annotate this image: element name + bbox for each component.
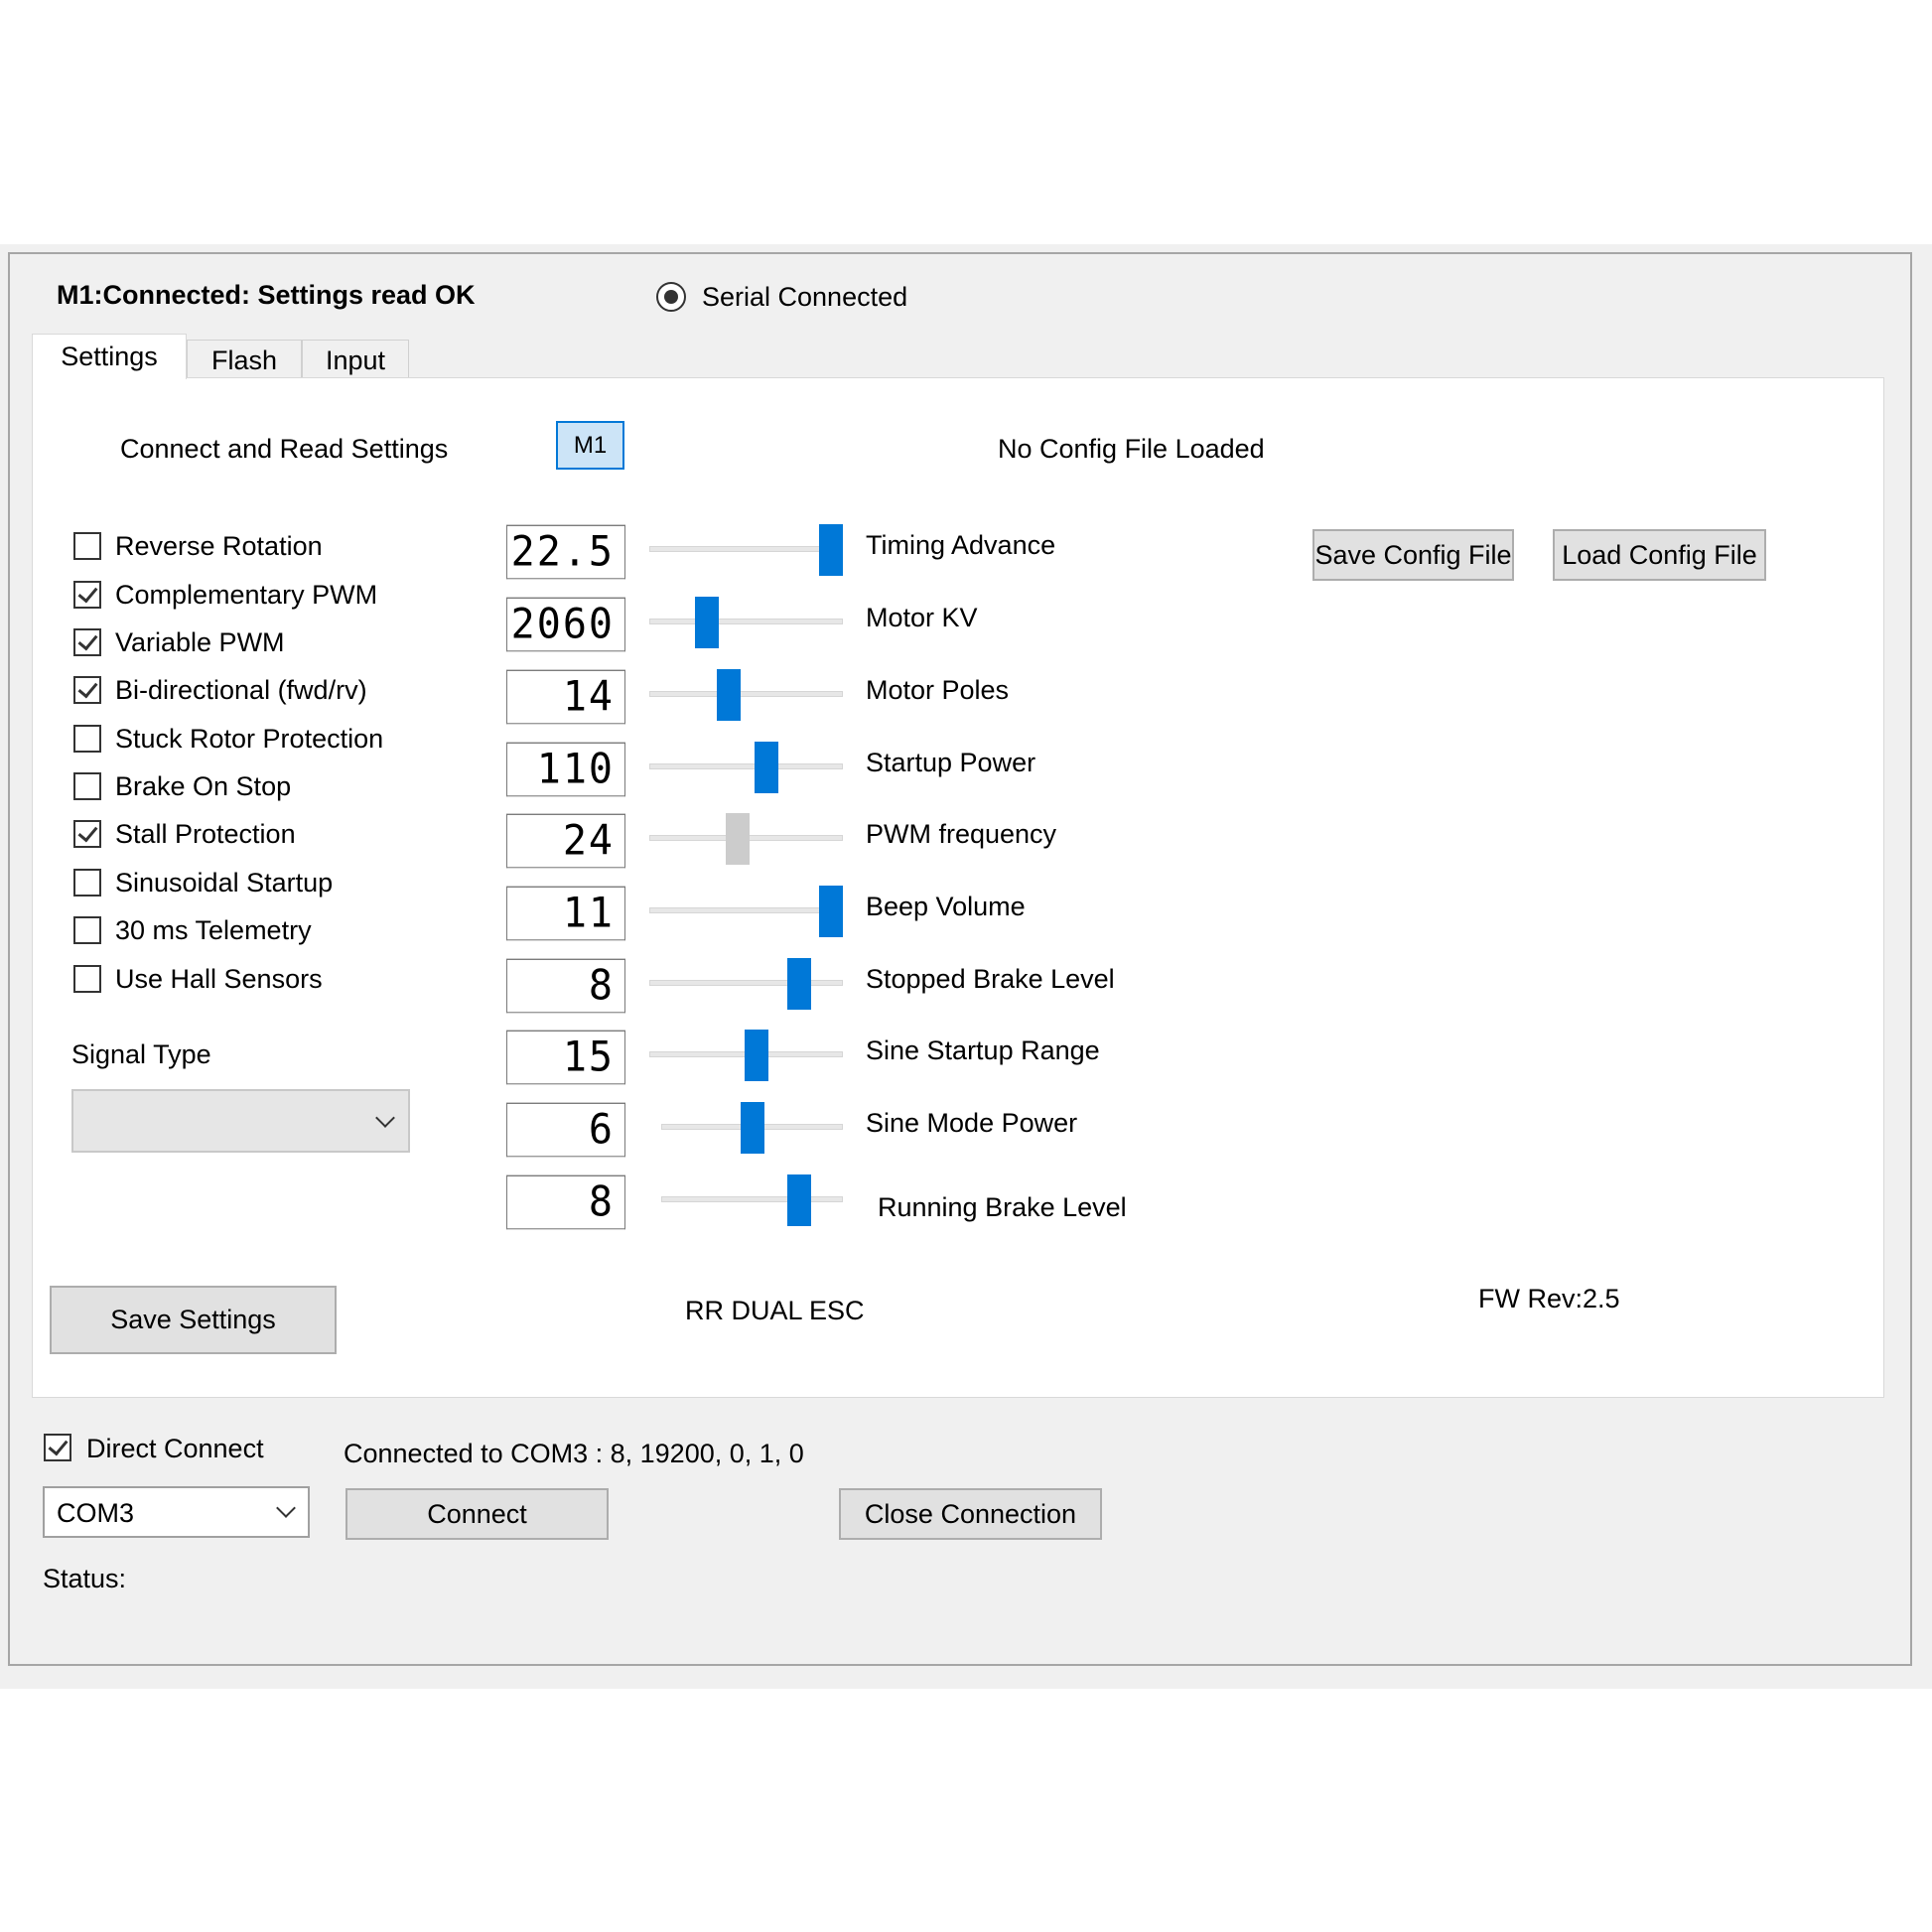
running-brake-level-label: Running Brake Level xyxy=(878,1192,1127,1222)
startup-power-track xyxy=(649,763,843,769)
stopped-brake-level-display: 8 xyxy=(506,958,625,1014)
brake-on-stop-checkbox[interactable] xyxy=(73,772,101,800)
stuck-rotor-protection-label: Stuck Rotor Protection xyxy=(115,724,384,754)
variable-pwm-label: Variable PWM xyxy=(115,627,285,657)
bi-directional-checkbox[interactable] xyxy=(73,676,101,704)
stall-protection-label: Stall Protection xyxy=(115,819,296,849)
motor-poles-slider[interactable] xyxy=(717,669,742,721)
timing-advance-display: 22.5 xyxy=(506,524,625,580)
variable-pwm-checkbox[interactable] xyxy=(73,628,101,656)
connect-read-label: Connect and Read Settings xyxy=(120,434,449,464)
complementary-pwm-label: Complementary PWM xyxy=(115,580,378,610)
brake-on-stop-label: Brake On Stop xyxy=(115,771,292,801)
signal-type-label: Signal Type xyxy=(71,1039,211,1069)
reverse-rotation-label: Reverse Rotation xyxy=(115,531,323,561)
sine-startup-range-display: 15 xyxy=(506,1030,625,1085)
timing-advance-slider[interactable] xyxy=(819,524,843,576)
sine-mode-power-display: 6 xyxy=(506,1102,625,1158)
running-brake-level-display: 8 xyxy=(506,1174,625,1230)
tab-settings[interactable]: Settings xyxy=(32,334,187,379)
running-brake-level-track xyxy=(661,1196,843,1202)
com-port-value: COM3 xyxy=(57,1498,135,1528)
com-port-dropdown[interactable]: COM3 xyxy=(43,1486,310,1538)
stuck-rotor-protection-checkbox[interactable] xyxy=(73,725,101,753)
status-label: Status: xyxy=(43,1564,127,1593)
pwm-frequency-label: PWM frequency xyxy=(866,819,1057,849)
stopped-brake-level-label: Stopped Brake Level xyxy=(866,964,1115,994)
motor-kv-label: Motor KV xyxy=(866,603,978,632)
startup-power-slider[interactable] xyxy=(755,742,779,793)
connection-status-title: M1:Connected: Settings read OK xyxy=(57,280,476,310)
motor-poles-label: Motor Poles xyxy=(866,675,1010,705)
sinusoidal-startup-label: Sinusoidal Startup xyxy=(115,868,334,897)
beep-volume-display: 11 xyxy=(506,886,625,941)
direct-connect-checkbox[interactable] xyxy=(44,1434,71,1461)
config-file-status: No Config File Loaded xyxy=(998,434,1265,464)
motor-poles-display: 14 xyxy=(506,669,625,725)
stopped-brake-level-track xyxy=(649,980,843,986)
close-connection-button[interactable]: Close Connection xyxy=(839,1488,1102,1540)
serial-connected-label: Serial Connected xyxy=(702,282,908,312)
signal-type-dropdown[interactable] xyxy=(71,1089,410,1153)
startup-power-label: Startup Power xyxy=(866,748,1036,777)
save-config-file-button[interactable]: Save Config File xyxy=(1312,529,1514,581)
timing-advance-track xyxy=(649,546,843,552)
beep-volume-label: Beep Volume xyxy=(866,892,1026,921)
running-brake-level-slider[interactable] xyxy=(787,1174,812,1226)
connect-button[interactable]: Connect xyxy=(345,1488,609,1540)
chevron-down-icon xyxy=(276,1498,296,1518)
direct-connect-label: Direct Connect xyxy=(86,1434,264,1463)
load-config-file-button[interactable]: Load Config File xyxy=(1553,529,1766,581)
stall-protection-checkbox[interactable] xyxy=(73,820,101,848)
stopped-brake-level-slider[interactable] xyxy=(786,958,811,1010)
pwm-frequency-display: 24 xyxy=(506,813,625,869)
sine-mode-power-label: Sine Mode Power xyxy=(866,1108,1078,1138)
sine-startup-range-label: Sine Startup Range xyxy=(866,1035,1100,1065)
pwm-frequency-slider[interactable] xyxy=(725,813,750,865)
motor-kv-display: 2060 xyxy=(506,597,625,652)
motor-poles-track xyxy=(649,691,843,697)
use-hall-sensors-checkbox[interactable] xyxy=(73,965,101,993)
bi-directional-label: Bi-directional (fwd/rv) xyxy=(115,675,367,705)
m1-button[interactable]: M1 xyxy=(556,421,624,470)
tab-flash[interactable]: Flash xyxy=(187,340,302,379)
beep-volume-track xyxy=(649,907,843,913)
connected-port-info: Connected to COM3 : 8, 19200, 0, 1, 0 xyxy=(344,1439,804,1468)
sine-mode-power-slider[interactable] xyxy=(740,1102,764,1154)
tab-input[interactable]: Input xyxy=(302,340,409,379)
reverse-rotation-checkbox[interactable] xyxy=(73,532,101,560)
serial-connected-radio-icon[interactable] xyxy=(656,282,686,312)
motor-kv-slider[interactable] xyxy=(695,597,720,648)
use-hall-sensors-label: Use Hall Sensors xyxy=(115,964,323,994)
startup-power-display: 110 xyxy=(506,742,625,797)
save-settings-button[interactable]: Save Settings xyxy=(50,1286,337,1354)
chevron-down-icon xyxy=(375,1108,395,1128)
complementary-pwm-checkbox[interactable] xyxy=(73,581,101,609)
beep-volume-slider[interactable] xyxy=(819,886,843,937)
telemetry-30ms-checkbox[interactable] xyxy=(73,916,101,944)
sine-startup-range-slider[interactable] xyxy=(744,1030,768,1081)
motor-kv-track xyxy=(649,619,843,624)
timing-advance-label: Timing Advance xyxy=(866,530,1056,560)
firmware-revision: FW Rev:2.5 xyxy=(1478,1284,1620,1313)
telemetry-30ms-label: 30 ms Telemetry xyxy=(115,915,312,945)
sinusoidal-startup-checkbox[interactable] xyxy=(73,869,101,897)
device-name: RR DUAL ESC xyxy=(685,1296,865,1325)
